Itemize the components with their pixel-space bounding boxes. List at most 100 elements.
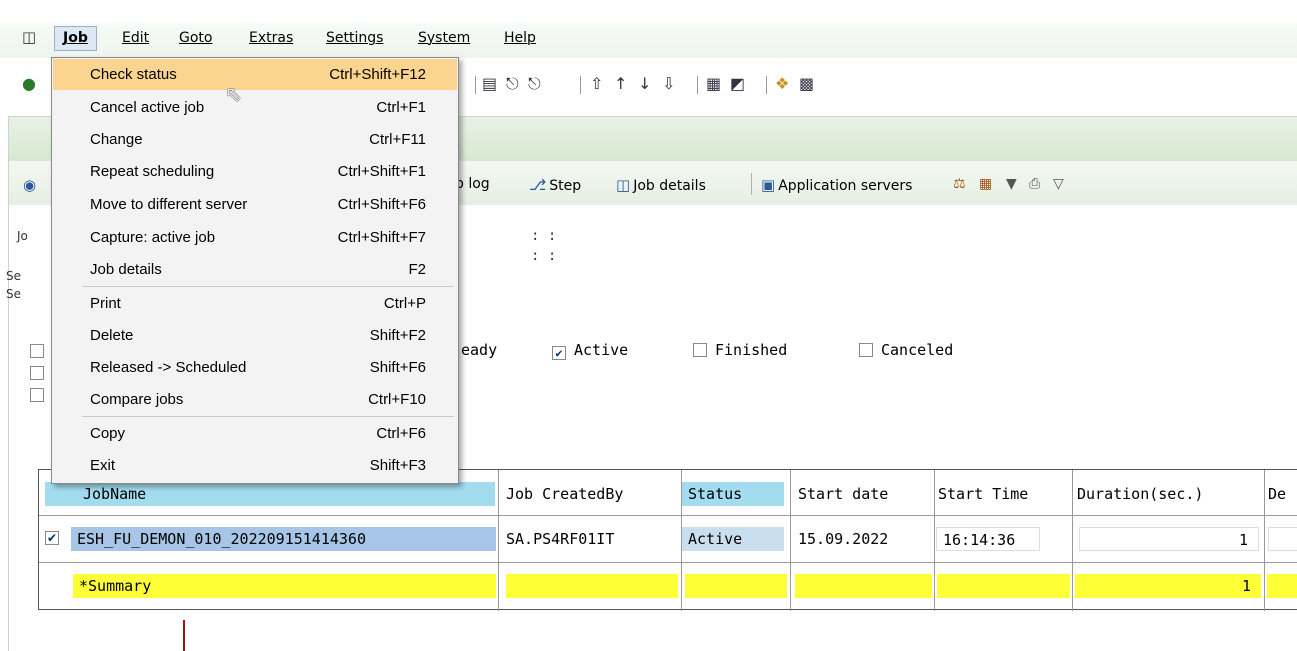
find-next-icon[interactable]: ⎋ [528,76,541,92]
menu-item-delete[interactable]: Delete Shift+F2 [53,320,457,351]
menu-settings[interactable]: Settings [326,30,383,46]
time-separator: : : [531,248,557,264]
layout-grid-icon[interactable]: ▦ [979,176,992,192]
menu-help[interactable]: Help [504,30,536,46]
active-label: Active [574,341,629,359]
canceled-label: Canceled [881,341,954,359]
menu-item-shortcut: Ctrl+Shift+F1 [337,163,426,180]
column-header-jobname[interactable]: JobName [45,482,495,506]
customize-layout-icon[interactable]: ▩ [799,76,814,92]
application-servers-label: Application servers [778,178,913,194]
column-header-start-date[interactable]: Start date [792,482,934,506]
toolbar-separator [475,76,476,94]
active-checkbox[interactable]: ✔ [552,346,566,360]
menu-system[interactable]: System [418,30,470,46]
column-header-de[interactable]: De [1262,482,1297,506]
menu-item-print[interactable]: Print Ctrl+P [53,288,457,319]
find-icon[interactable]: ⎋ [506,76,519,92]
first-page-icon[interactable]: ⇧ [590,76,603,92]
column-header-start-time[interactable]: Start Time [932,482,1072,506]
application-servers-button[interactable]: ▣ Application servers [761,176,912,194]
enter-icon[interactable]: ● [22,76,36,92]
row-divider [39,562,1297,563]
summary-cell [937,574,1070,598]
status-ready-fragment: eady [461,341,498,359]
menu-item-shortcut: Shift+F2 [369,327,426,344]
cell-status[interactable]: Active [682,527,784,551]
previous-page-icon[interactable]: ↑ [614,76,627,92]
job-details-button[interactable]: ◫ Job details [616,176,706,194]
next-page-icon[interactable]: ↓ [638,76,651,92]
menu-goto[interactable]: Goto [179,30,212,46]
checkbox[interactable] [30,388,44,402]
column-header-status[interactable]: Status [682,482,784,506]
menu-item-label: Copy [90,425,126,442]
select-label-fragment: Se [6,287,21,301]
summary-duration: 1 [1075,574,1261,598]
menu-item-released-to-scheduled[interactable]: Released -> Scheduled Shift+F6 [53,352,457,383]
menu-item-exit[interactable]: Exit Shift+F3 [53,450,457,481]
cell-created-by[interactable]: SA.PS4RF01IT [500,527,680,551]
menu-item-label: Repeat scheduling [90,163,215,180]
cell-job-name[interactable]: ESH_FU_DEMON_010_202209151414360 [71,527,496,551]
toolbar-separator [580,76,581,94]
menu-item-shortcut: Ctrl+F10 [368,391,426,408]
finished-checkbox[interactable] [693,343,707,357]
checkbox[interactable] [30,366,44,380]
select-filter-icon[interactable]: ▽ [1053,176,1064,192]
menu-item-shortcut: Ctrl+F11 [369,131,426,148]
print-list-icon[interactable]: ⎙ [1029,176,1040,192]
cell-start-time[interactable]: 16:14:36 [936,527,1040,551]
sap-window: ◫ Job Edit Goto Extras Settings System H… [0,0,1297,651]
menu-item-shortcut: Shift+F3 [369,457,426,474]
checkbox[interactable] [30,344,44,358]
status-active-filter[interactable]: ✔ Active [552,341,628,360]
menu-item-compare-jobs[interactable]: Compare jobs Ctrl+F10 [53,384,457,415]
menu-item-move-to-different-server[interactable]: Move to different server Ctrl+Shift+F6 [53,189,457,220]
column-divider [1072,470,1073,611]
menu-item-cancel-active-job[interactable]: Cancel active job Ctrl+F1 [53,92,457,123]
column-header-created-by[interactable]: Job CreatedBy [500,482,680,506]
status-finished-filter[interactable]: Finished [693,341,787,359]
system-menu-icon[interactable]: ◫ [22,28,42,46]
job-details-icon: ◫ [616,176,631,194]
menu-item-shortcut: Ctrl+Shift+F7 [337,229,426,246]
finished-label: Finished [715,341,788,359]
step-icon: ⎇ [529,176,547,194]
help-icon[interactable]: ❖ [775,76,789,92]
text-cursor [183,620,185,651]
cell-start-date[interactable]: 15.09.2022 [792,527,934,551]
filter-icon[interactable]: ▼ [1006,176,1017,192]
create-shortcut-icon[interactable]: ◩ [730,76,745,92]
menu-item-check-status[interactable]: Check status Ctrl+Shift+F12 [53,59,457,90]
time-separator: : : [531,228,557,244]
menu-edit[interactable]: Edit [122,30,149,46]
refresh-icon[interactable]: ◉ [23,176,39,194]
menu-item-shortcut: Ctrl+F1 [376,99,426,116]
menu-job[interactable]: Job [54,26,97,51]
status-canceled-filter[interactable]: Canceled [859,341,953,359]
canceled-checkbox[interactable] [859,343,873,357]
menu-item-repeat-scheduling[interactable]: Repeat scheduling Ctrl+Shift+F1 [53,156,457,187]
menu-extras[interactable]: Extras [249,30,293,46]
last-page-icon[interactable]: ⇩ [662,76,675,92]
menu-item-job-details[interactable]: Job details F2 [53,254,457,285]
job-log-button[interactable]: b log [455,176,490,192]
new-session-icon[interactable]: ▦ [706,76,721,92]
menu-item-copy[interactable]: Copy Ctrl+F6 [53,418,457,449]
menu-item-capture-active-job[interactable]: Capture: active job Ctrl+Shift+F7 [53,222,457,253]
menu-item-label: Move to different server [90,196,248,213]
cell-de[interactable] [1268,527,1297,551]
application-servers-icon: ▣ [761,176,776,194]
job-list-table: JobName Job CreatedBy Status Start date … [38,469,1297,611]
print-icon[interactable]: ▤ [482,76,497,92]
step-button[interactable]: ⎇ Step [529,176,581,194]
column-divider [790,470,791,611]
menu-item-shortcut: Ctrl+Shift+F12 [329,66,426,83]
menu-item-change[interactable]: Change Ctrl+F11 [53,124,457,155]
column-header-duration[interactable]: Duration(sec.) [1071,482,1261,506]
sort-icon[interactable]: ⚖ [953,176,966,192]
row-select-checkbox[interactable]: ✔ [45,531,59,545]
menu-item-label: Change [90,131,143,148]
cell-duration[interactable]: 1 [1079,527,1259,551]
